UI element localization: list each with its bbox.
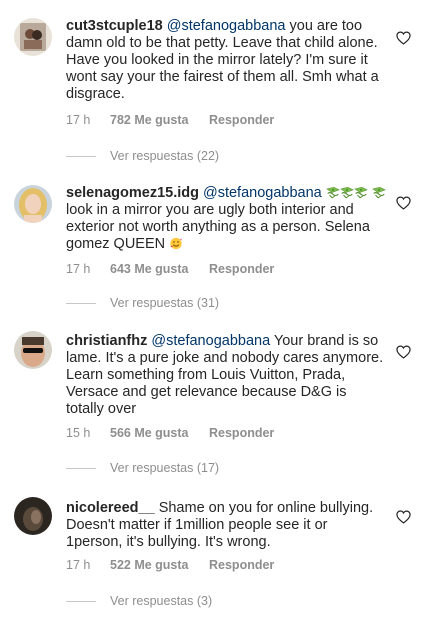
like-count[interactable]: 566 Me gusta — [110, 426, 209, 440]
comment-time: 17 h — [66, 558, 91, 572]
comment-time: 15 h — [66, 426, 91, 440]
comment-meta: 17 h 522 Me gusta Responder — [66, 558, 274, 572]
view-replies-button[interactable]: Ver respuestas (3) — [66, 594, 212, 608]
view-replies-label: Ver respuestas (31) — [110, 296, 220, 310]
money-with-wings-emoji — [326, 186, 340, 199]
reply-button[interactable]: Responder — [209, 426, 274, 440]
comment-body: look in a mirror you are ugly both inter… — [66, 202, 370, 252]
divider — [66, 468, 96, 470]
comment-text: nicolereed__ Shame on you for online bul… — [66, 500, 386, 551]
mention-link[interactable]: @stefanogabbana — [167, 18, 286, 34]
divider — [66, 156, 96, 158]
avatar[interactable] — [14, 185, 52, 223]
comment-username[interactable]: selenagomez15.idg — [66, 185, 199, 201]
mention-link[interactable]: @stefanogabbana — [151, 333, 270, 349]
comment-text: selenagomez15.idg @stefanogabbana look i… — [66, 185, 386, 253]
avatar[interactable] — [14, 497, 52, 535]
comment-meta: 17 h 643 Me gusta Responder — [66, 262, 274, 276]
heart-outline-icon[interactable] — [396, 345, 411, 359]
heart-outline-icon[interactable] — [396, 510, 411, 524]
heart-outline-icon[interactable] — [396, 196, 411, 210]
avatar[interactable] — [14, 331, 52, 369]
view-replies-label: Ver respuestas (17) — [110, 461, 220, 475]
reply-button[interactable]: Responder — [209, 262, 274, 276]
like-count[interactable]: 782 Me gusta — [110, 113, 209, 127]
view-replies-label: Ver respuestas (22) — [110, 149, 220, 163]
reply-button[interactable]: Responder — [209, 558, 274, 572]
comment-time: 17 h — [66, 262, 91, 276]
comment-username[interactable]: nicolereed__ — [66, 500, 155, 516]
avatar[interactable] — [14, 18, 52, 56]
like-count[interactable]: 522 Me gusta — [110, 558, 209, 572]
comment-meta: 17 h 782 Me gusta Responder — [66, 113, 274, 127]
comment-meta: 15 h 566 Me gusta Responder — [66, 426, 274, 440]
comment-text: christianfhz @stefanogabbana Your brand … — [66, 333, 386, 418]
view-replies-button[interactable]: Ver respuestas (31) — [66, 296, 219, 310]
divider — [66, 303, 96, 305]
like-count[interactable]: 643 Me gusta — [110, 262, 209, 276]
smiling-face-with-hearts-emoji — [169, 237, 183, 250]
money-with-wings-emoji — [340, 186, 354, 199]
reply-button[interactable]: Responder — [209, 113, 274, 127]
divider — [66, 601, 96, 603]
comment-text: cut3stcuple18 @stefanogabbana you are to… — [66, 18, 386, 103]
view-replies-label: Ver respuestas (3) — [110, 594, 213, 608]
money-with-wings-emoji — [354, 186, 368, 199]
comment-time: 17 h — [66, 113, 91, 127]
comment-username[interactable]: cut3stcuple18 — [66, 18, 163, 34]
money-with-wings-emoji — [372, 186, 386, 199]
heart-outline-icon[interactable] — [396, 31, 411, 45]
view-replies-button[interactable]: Ver respuestas (17) — [66, 461, 219, 475]
view-replies-button[interactable]: Ver respuestas (22) — [66, 149, 219, 163]
mention-link[interactable]: @stefanogabbana — [203, 185, 322, 201]
comment-username[interactable]: christianfhz — [66, 333, 147, 349]
